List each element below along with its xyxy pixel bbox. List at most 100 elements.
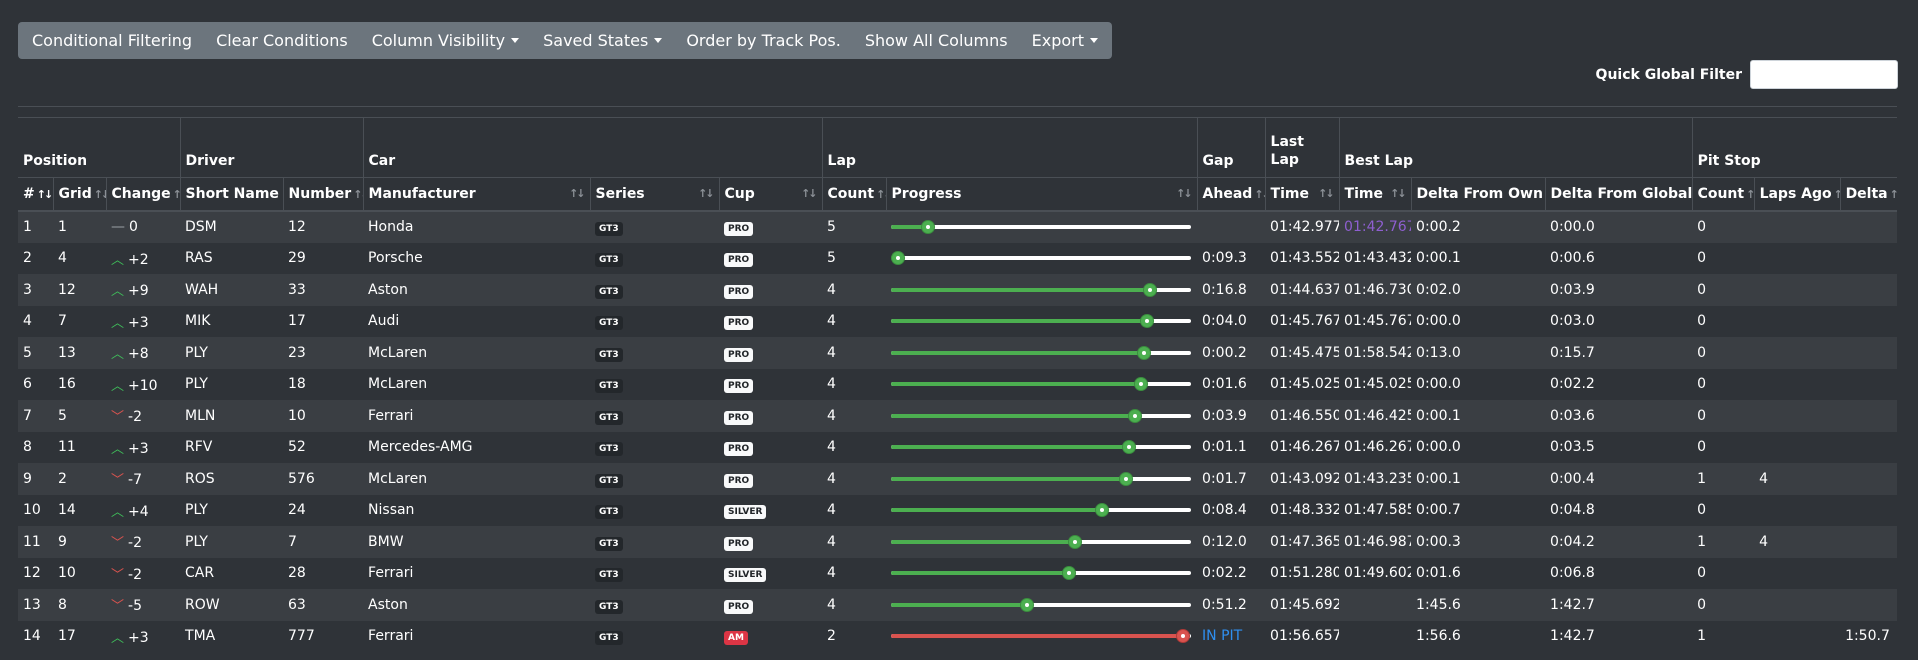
sort-icon[interactable]: ↑↓ (1318, 187, 1335, 200)
toolbar-button-order-by-track-pos[interactable]: Order by Track Pos. (674, 22, 853, 59)
best-lap-time-cell: 01:43.432 (1344, 250, 1412, 267)
sort-icon[interactable]: ↑↓ (1390, 187, 1407, 200)
table-row[interactable]: 2 4 ︿ +2 RAS 29 Porsche GT3 PRO 5 0:09.3 01:43.552 0… (18, 243, 1897, 275)
column-header-manufacturer[interactable]: Manufacturer ↑↓ (362, 177, 591, 212)
column-header-series[interactable]: Series ↑↓ (589, 177, 720, 212)
sort-icon[interactable]: ↑↓ (173, 188, 180, 201)
progress-cell (886, 400, 1197, 432)
column-header-count[interactable]: Count↑↓ (1691, 177, 1755, 212)
cup-cell: SILVER (719, 558, 822, 590)
column-header-change[interactable]: Change↑↓ (105, 177, 181, 212)
series-badge: GT3 (595, 631, 623, 646)
sort-icon[interactable]: ↑↓ (37, 188, 53, 201)
sort-icon[interactable]: ↑↓ (1176, 187, 1193, 200)
series-badge: GT3 (595, 347, 623, 362)
position-cell: 5 (23, 344, 32, 361)
toolbar-button-export[interactable]: Export (1020, 22, 1110, 59)
progress-knob (1122, 440, 1137, 455)
best-lap-time-cell: 01:46.267 (1344, 439, 1412, 456)
column-header-cup[interactable]: Cup ↑↓ (718, 177, 823, 212)
column-header-label: Laps Ago (1759, 186, 1832, 202)
toolbar-button-column-visibility[interactable]: Column Visibility (360, 22, 531, 59)
column-header-delta-from-own[interactable]: Delta From Own↑↓ (1410, 177, 1546, 212)
table-row[interactable]: 10 14 ︿ +4 PLY 24 Nissan GT3 SILVER 4 0:08.4 01:48.… (18, 495, 1897, 527)
table-row[interactable]: 8 11 ︿ +3 RFV 52 Mercedes-AMG GT3 PRO 4 0:01.1 01:4… (18, 432, 1897, 464)
table-row[interactable]: 1 1—0 DSM 12 Honda GT3 PRO 5 01:42.977 01:42.767 0… (18, 211, 1898, 243)
series-badge: GT3 (595, 599, 623, 614)
column-header-short-name[interactable]: Short Name↑↓ (179, 177, 284, 212)
table-row[interactable]: 6 16 ︿ +10 PLY 18 McLaren GT3 PRO 4 0:01.6 01:45.02… (18, 369, 1897, 401)
toolbar-button-show-all-columns[interactable]: Show All Columns (853, 22, 1020, 59)
group-driver: Driver (179, 117, 364, 178)
gap-ahead-cell: 0:09.3 (1202, 250, 1247, 267)
column-header-laps-ago[interactable]: Laps Ago↑↓ (1753, 177, 1841, 212)
grid-cell: 8 (58, 596, 67, 613)
column-header-time[interactable]: Time ↑↓ (1338, 177, 1412, 212)
column-header-number[interactable]: Number↑↓ (282, 177, 364, 212)
progress-cell (886, 589, 1197, 621)
last-lap-time-cell: 01:45.475 (1270, 344, 1340, 361)
gap-ahead-cell: 0:01.1 (1202, 439, 1247, 456)
table-row[interactable]: 13 8 ﹀ -5 ROW 63 Aston GT3 PRO 4 0:51.2 01:45.692 1:… (18, 589, 1898, 621)
number-cell: 7 (288, 533, 297, 550)
quick-global-filter-label: Quick Global Filter (1595, 66, 1742, 83)
standings-table: Position Driver Car Lap Gap Last Lap Bes… (18, 117, 1898, 653)
sort-icon[interactable]: ↑↓ (94, 188, 106, 201)
manufacturer-cell: Aston (368, 596, 408, 613)
quick-global-filter-input[interactable] (1750, 60, 1898, 89)
lap-count-cell: 4 (827, 313, 836, 330)
sort-icon[interactable]: ↑↓ (1254, 188, 1265, 201)
progress-bar (891, 471, 1192, 486)
series-cell: GT3 (590, 495, 719, 527)
sort-icon[interactable]: ↑↓ (876, 188, 886, 201)
pit-laps-ago-cell (1754, 274, 1840, 306)
table-row[interactable]: 9 2 ﹀ -7 ROS 576 McLaren GT3 PRO 4 0:01.7 01:43.092… (18, 463, 1898, 495)
lap-count-cell: 4 (827, 502, 836, 519)
gap-ahead-cell: 0:04.0 (1202, 313, 1247, 330)
toolbar-button-clear-conditions[interactable]: Clear Conditions (204, 22, 360, 59)
delta-from-own-cell: 0:02.0 (1416, 281, 1461, 298)
delta-from-global-cell: 1:42.7 (1550, 596, 1595, 613)
column-header-count[interactable]: Count↑↓ (821, 177, 887, 212)
column-header--[interactable]: # ↑↓ (18, 177, 53, 212)
table-row[interactable]: 12 10 ﹀ -2 CAR 28 Ferrari GT3 SILVER 4 0:02.2 01:51… (18, 558, 1897, 590)
number-cell: 17 (288, 313, 306, 330)
cup-badge: PRO (724, 379, 754, 394)
column-header-ahead[interactable]: Ahead↑↓ (1196, 177, 1266, 212)
pit-delta-cell (1840, 589, 1897, 621)
column-header-delta-from-global[interactable]: Delta From Global↑↓ (1544, 177, 1693, 212)
lap-count-cell: 4 (827, 596, 836, 613)
lap-count-cell: 4 (827, 407, 836, 424)
delta-from-global-cell: 0:04.2 (1550, 533, 1595, 550)
table-row[interactable]: 4 7 ︿ +3 MIK 17 Audi GT3 PRO 4 0:04.0 01:45.767 01:4… (18, 306, 1897, 338)
table-row[interactable]: 3 12 ︿ +9 WAH 33 Aston GT3 PRO 4 0:16.8 01:44.637 01… (18, 274, 1898, 306)
sort-icon[interactable]: ↑↓ (698, 187, 715, 200)
sort-icon[interactable]: ↑↓ (353, 188, 363, 201)
progress-bar (891, 377, 1192, 392)
best-lap-time-cell: 01:46.730 (1344, 281, 1412, 298)
toolbar-button-conditional-filtering[interactable]: Conditional Filtering (20, 22, 204, 59)
column-header-progress[interactable]: Progress ↑↓ (885, 177, 1198, 212)
short-name-cell: TMA (185, 628, 216, 645)
group-lap: Lap (821, 117, 1198, 178)
pit-laps-ago-cell (1754, 306, 1840, 338)
short-name-cell: RAS (185, 250, 213, 267)
arrow-up-icon: ︿ (111, 347, 125, 363)
sort-icon[interactable]: ↑↓ (1890, 188, 1897, 201)
sort-icon[interactable]: ↑↓ (569, 187, 586, 200)
change-value: +8 (128, 346, 149, 363)
cup-badge: SILVER (724, 568, 767, 583)
change-cell: ︿ +2 (106, 243, 180, 275)
position-cell: 11 (23, 533, 41, 550)
table-row[interactable]: 5 13 ︿ +8 PLY 23 McLaren GT3 PRO 4 0:00.2 01:45.475… (18, 337, 1898, 369)
table-row[interactable]: 7 5 ﹀ -2 MLN 10 Ferrari GT3 PRO 4 0:03.9 01:46.550 0… (18, 400, 1898, 432)
table-row[interactable]: 14 17 ︿ +3 TMA 777 Ferrari GT3 AM 2 IN PIT 01:56.65… (18, 621, 1897, 653)
sort-icon[interactable]: ↑↓ (1746, 188, 1754, 201)
group-gap: Gap (1196, 117, 1266, 178)
column-header-delta[interactable]: Delta↑↓ (1839, 177, 1898, 212)
column-header-time[interactable]: Time ↑↓ (1264, 177, 1340, 212)
toolbar-button-saved-states[interactable]: Saved States (531, 22, 674, 59)
sort-icon[interactable]: ↑↓ (801, 187, 818, 200)
column-header-grid[interactable]: Grid↑↓ (52, 177, 106, 212)
table-row[interactable]: 11 9 ﹀ -2 PLY 7 BMW GT3 PRO 4 0:12.0 01:47.365 01:46… (18, 526, 1898, 558)
